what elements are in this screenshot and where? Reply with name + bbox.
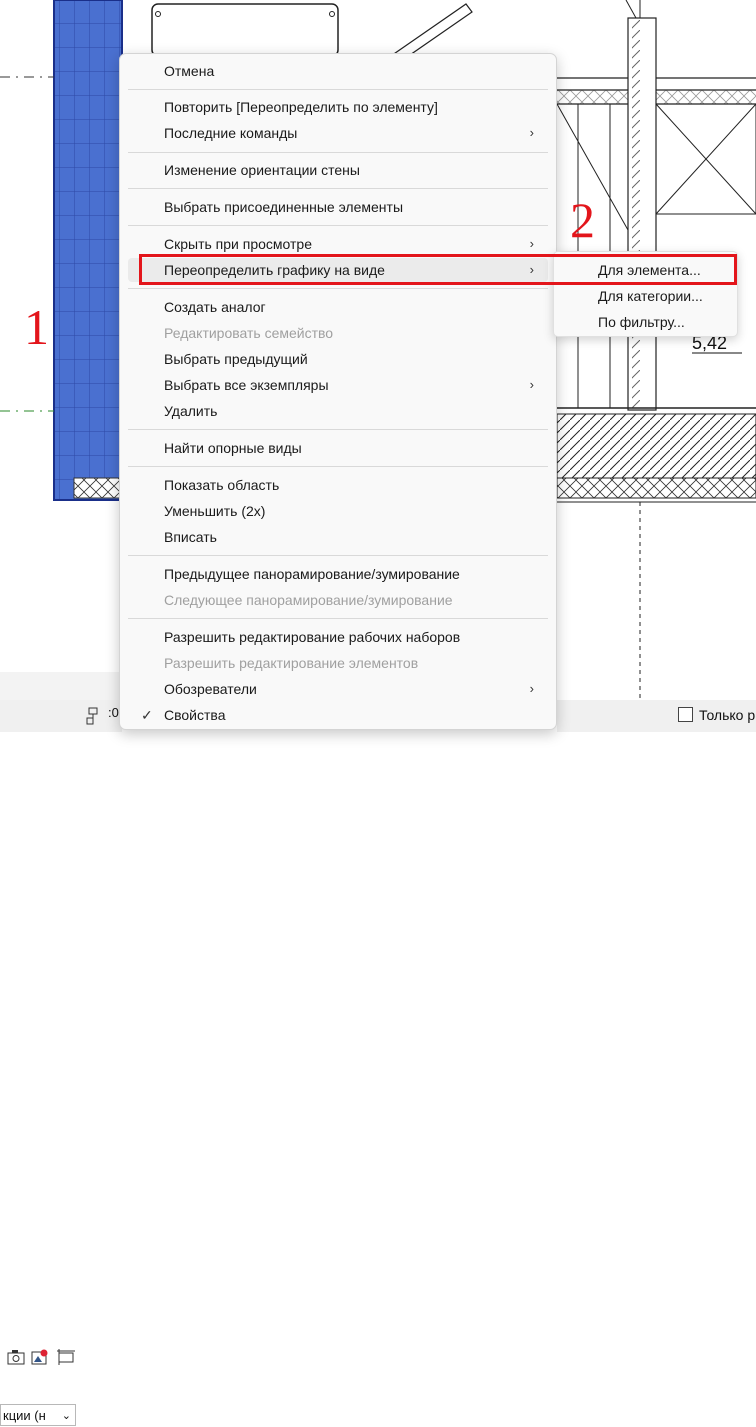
annotation-label-2: 2 bbox=[570, 192, 595, 248]
render-icon[interactable] bbox=[30, 1348, 50, 1366]
editable-only-checkbox[interactable] bbox=[678, 707, 693, 722]
menu-item-select-all-instances[interactable]: Выбрать все экземпляры › bbox=[128, 373, 548, 397]
menu-item-zoom-region[interactable]: Показать область bbox=[128, 473, 548, 497]
menu-item-label: Выбрать присоединенные элементы bbox=[164, 199, 404, 215]
menu-item-label: Выбрать все экземпляры bbox=[164, 377, 329, 393]
menu-item-label: Показать область bbox=[164, 477, 280, 493]
menu-item-cancel[interactable]: Отмена bbox=[128, 59, 548, 83]
menu-separator bbox=[128, 555, 548, 556]
submenu-item-label: Для категории... bbox=[598, 288, 703, 304]
submenu-item-label: По фильтру... bbox=[598, 314, 685, 330]
chevron-right-icon: › bbox=[529, 236, 534, 251]
menu-item-zoom-to-fit[interactable]: Вписать bbox=[128, 525, 548, 549]
chevron-right-icon: › bbox=[529, 125, 534, 140]
menu-item-hide-in-view[interactable]: Скрыть при просмотре › bbox=[128, 232, 548, 256]
menu-item-flip-wall[interactable]: Изменение ориентации стены bbox=[128, 158, 548, 182]
submenu-item-label: Для элемента... bbox=[598, 262, 701, 278]
menu-item-label: Скрыть при просмотре bbox=[164, 236, 312, 252]
menu-separator bbox=[128, 288, 548, 289]
menu-separator bbox=[128, 89, 548, 90]
chevron-right-icon: › bbox=[529, 262, 534, 277]
menu-item-label: Предыдущее панорамирование/зумирование bbox=[164, 566, 460, 582]
menu-item-zoom-out[interactable]: Уменьшить (2x) bbox=[128, 499, 548, 523]
override-graphics-submenu: Для элемента... Для категории... По филь… bbox=[553, 251, 738, 337]
menu-item-label: Следующее панорамирование/зумирование bbox=[164, 592, 453, 608]
menu-item-label: Свойства bbox=[164, 707, 226, 723]
menu-item-label: Разрешить редактирование элементов bbox=[164, 655, 419, 671]
menu-separator bbox=[128, 188, 548, 189]
menu-item-label: Редактировать семейство bbox=[164, 325, 334, 341]
menu-item-label: Разрешить редактирование рабочих наборов bbox=[164, 629, 461, 645]
chevron-right-icon: › bbox=[529, 681, 534, 696]
menu-item-browsers[interactable]: Обозреватели › bbox=[128, 677, 548, 701]
menu-item-previous-pan-zoom[interactable]: Предыдущее панорамирование/зумирование bbox=[128, 562, 548, 586]
annotation-label-1: 1 bbox=[24, 299, 49, 355]
menu-item-label: Обозреватели bbox=[164, 681, 257, 697]
checkmark-icon: ✓ bbox=[141, 707, 153, 723]
menu-separator bbox=[128, 618, 548, 619]
menu-separator bbox=[128, 429, 548, 430]
menu-item-label: Последние команды bbox=[164, 125, 298, 141]
chevron-down-icon: ⌄ bbox=[61, 1410, 71, 1422]
menu-item-delete[interactable]: Удалить bbox=[128, 399, 548, 423]
menu-item-label: Вписать bbox=[164, 529, 217, 545]
menu-item-create-similar[interactable]: Создать аналог bbox=[128, 295, 548, 319]
context-menu: Отмена Повторить [Переопределить по элем… bbox=[119, 53, 557, 730]
menu-item-edit-family[interactable]: Редактировать семейство bbox=[128, 321, 548, 345]
crop-region-icon[interactable] bbox=[56, 1348, 76, 1366]
menu-item-label: Удалить bbox=[164, 403, 218, 419]
menu-item-select-previous[interactable]: Выбрать предыдущий bbox=[128, 347, 548, 371]
menu-separator bbox=[128, 466, 548, 467]
submenu-item-by-filter[interactable]: По фильтру... bbox=[558, 309, 734, 335]
submenu-item-by-element[interactable]: Для элемента... bbox=[558, 257, 734, 283]
menu-item-label: Найти опорные виды bbox=[164, 440, 302, 456]
menu-item-label: Изменение ориентации стены bbox=[164, 162, 360, 178]
menu-item-recent-commands[interactable]: Последние команды › bbox=[128, 121, 548, 145]
menu-item-label: Создать аналог bbox=[164, 299, 266, 315]
menu-item-override-graphics[interactable]: Переопределить графику на виде › bbox=[128, 258, 548, 282]
menu-item-select-joined[interactable]: Выбрать присоединенные элементы bbox=[128, 195, 548, 219]
menu-item-label: Переопределить графику на виде bbox=[164, 262, 385, 278]
editable-only-label: Только р bbox=[699, 707, 756, 723]
coord-readout: :0 bbox=[108, 705, 119, 720]
view-toolbar bbox=[0, 672, 122, 1365]
status-bar-left: кции (н ⌄ :0 bbox=[0, 700, 122, 1426]
menu-item-next-pan-zoom[interactable]: Следующее панорамирование/зумирование bbox=[128, 588, 548, 612]
menu-item-label: Повторить [Переопределить по элементу] bbox=[164, 99, 438, 115]
chevron-right-icon: › bbox=[529, 377, 534, 392]
menu-separator bbox=[128, 152, 548, 153]
menu-item-properties[interactable]: ✓ Свойства bbox=[128, 703, 548, 727]
menu-item-label: Уменьшить (2x) bbox=[164, 503, 266, 519]
menu-item-find-referring-views[interactable]: Найти опорные виды bbox=[128, 436, 548, 460]
menu-item-label: Выбрать предыдущий bbox=[164, 351, 308, 367]
menu-item-redo[interactable]: Повторить [Переопределить по элементу] bbox=[128, 95, 548, 119]
menu-separator bbox=[128, 225, 548, 226]
workset-combo[interactable]: кции (н ⌄ bbox=[0, 1404, 76, 1426]
menu-item-make-elements-editable[interactable]: Разрешить редактирование элементов bbox=[128, 651, 548, 675]
editing-requests-icon[interactable] bbox=[86, 706, 104, 726]
menu-item-make-worksets-editable[interactable]: Разрешить редактирование рабочих наборов bbox=[128, 625, 548, 649]
menu-item-label: Отмена bbox=[164, 63, 215, 79]
camera-icon[interactable] bbox=[6, 1348, 26, 1366]
submenu-item-by-category[interactable]: Для категории... bbox=[558, 283, 734, 309]
workset-combo-value: кции (н bbox=[3, 1408, 46, 1423]
